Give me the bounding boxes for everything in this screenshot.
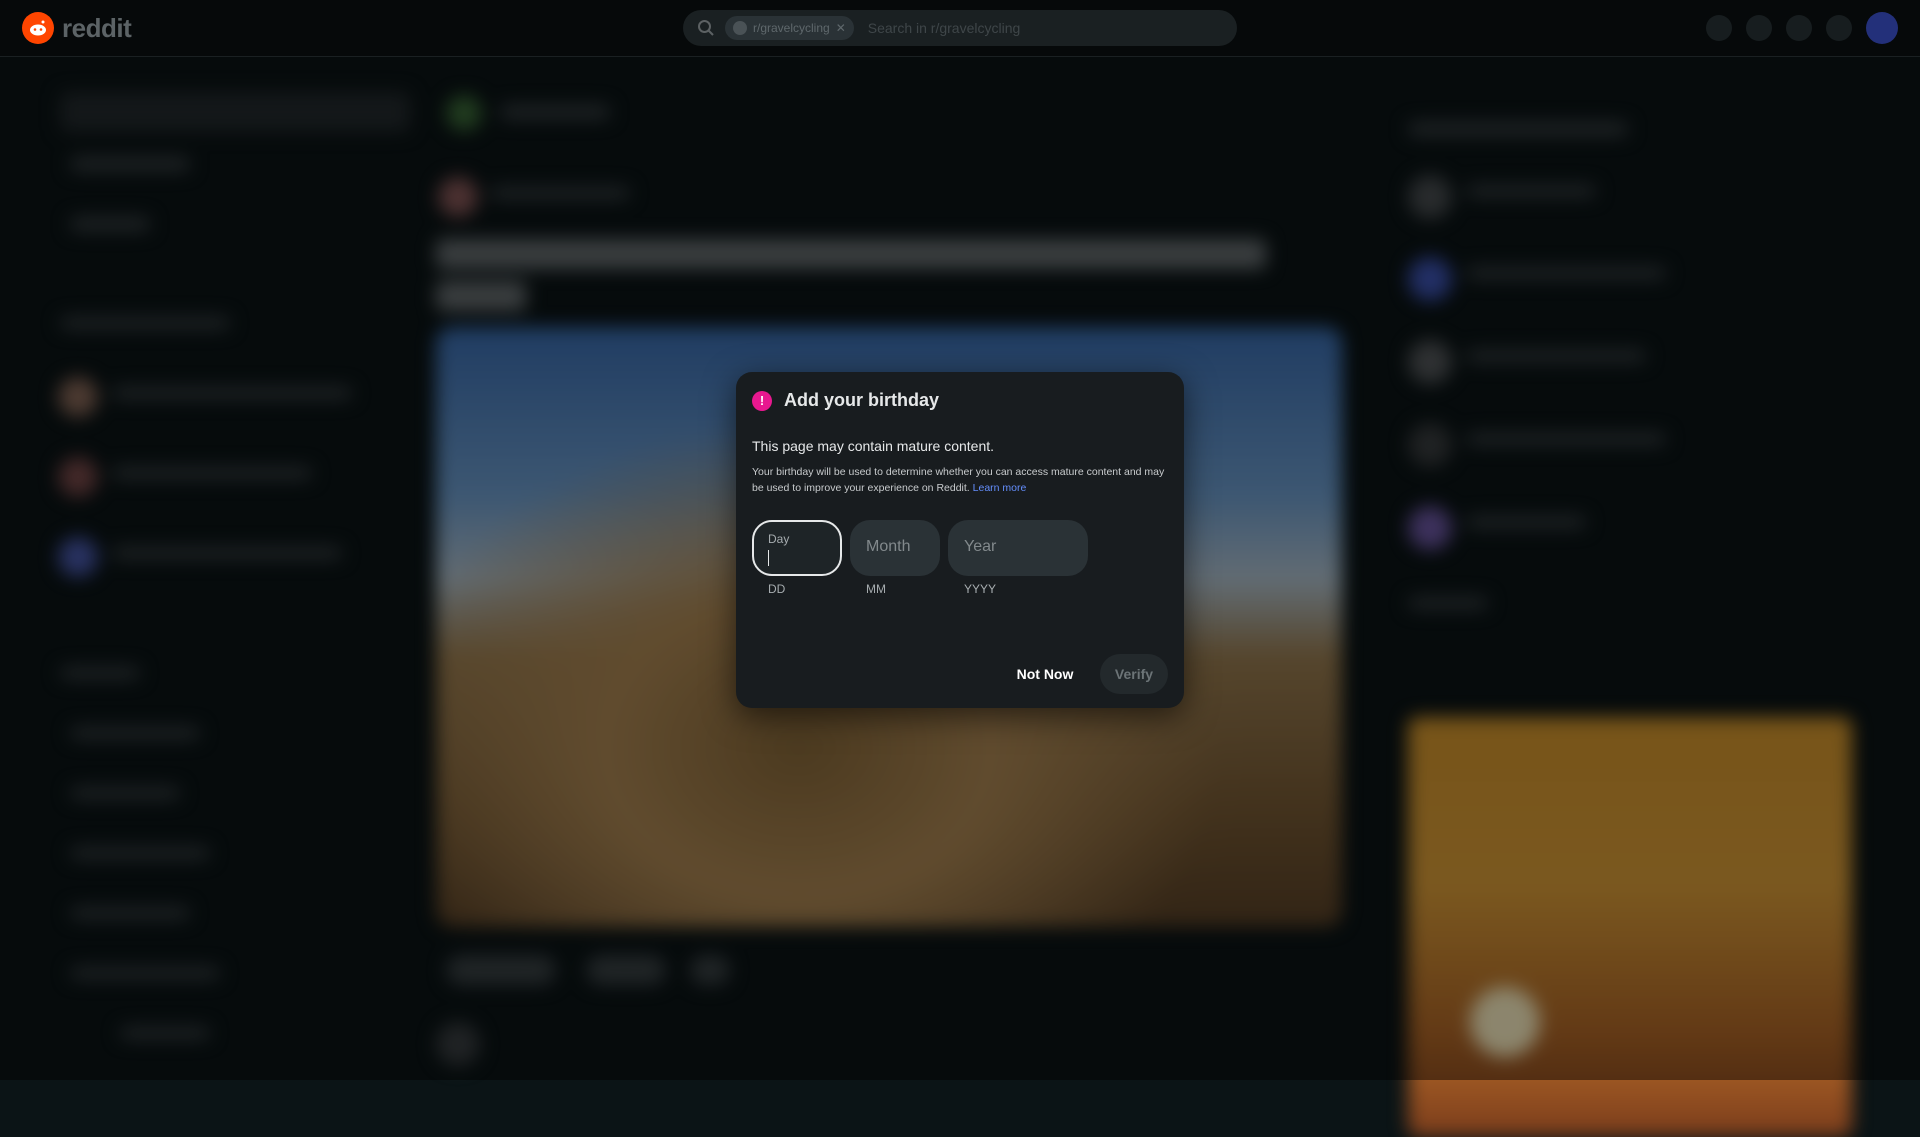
birthday-dialog: ! Add your birthday This page may contai… — [736, 372, 1184, 708]
community-filter-chip[interactable]: r/gravelcycling ✕ — [725, 16, 854, 40]
chat-icon[interactable] — [1746, 15, 1772, 41]
close-icon[interactable]: ✕ — [836, 21, 846, 35]
birthday-explanation: Your birthday will be used to determine … — [752, 464, 1168, 496]
year-input[interactable]: Year — [948, 520, 1088, 576]
day-format-hint: DD — [768, 582, 786, 596]
day-field-label: Day — [768, 532, 790, 546]
warning-icon: ! — [752, 390, 772, 411]
text-cursor — [768, 550, 769, 566]
month-format-hint: MM — [866, 582, 886, 596]
not-now-button[interactable]: Not Now — [998, 654, 1092, 694]
avatar[interactable] — [1866, 12, 1898, 44]
explanation-text: Your birthday will be used to determine … — [752, 466, 1165, 494]
reddit-wordmark: reddit — [62, 12, 132, 43]
ads-icon[interactable] — [1706, 15, 1732, 41]
top-navigation-bar: reddit r/gravelcycling ✕ Search in r/gra… — [0, 0, 1920, 57]
search-icon — [698, 20, 714, 36]
month-input[interactable]: Month — [850, 520, 940, 576]
community-chip-label: r/gravelcycling — [753, 21, 830, 35]
search-bar[interactable]: r/gravelcycling ✕ Search in r/gravelcycl… — [683, 10, 1237, 46]
day-input[interactable]: Day — [752, 520, 842, 576]
create-icon[interactable] — [1786, 15, 1812, 41]
notifications-icon[interactable] — [1826, 15, 1852, 41]
community-avatar-icon — [733, 21, 747, 35]
dialog-header: ! Add your birthday — [752, 390, 939, 411]
learn-more-link[interactable]: Learn more — [973, 482, 1027, 494]
reddit-logo[interactable]: reddit — [22, 12, 132, 44]
month-placeholder: Month — [866, 538, 911, 555]
search-input[interactable]: Search in r/gravelcycling — [868, 20, 1021, 36]
year-placeholder: Year — [964, 538, 997, 555]
mature-content-notice: This page may contain mature content. — [752, 438, 995, 454]
year-format-hint: YYYY — [964, 582, 997, 596]
dialog-title: Add your birthday — [784, 390, 940, 410]
top-actions — [1706, 12, 1898, 44]
verify-button[interactable]: Verify — [1100, 654, 1168, 694]
reddit-snoo-icon — [22, 12, 54, 44]
